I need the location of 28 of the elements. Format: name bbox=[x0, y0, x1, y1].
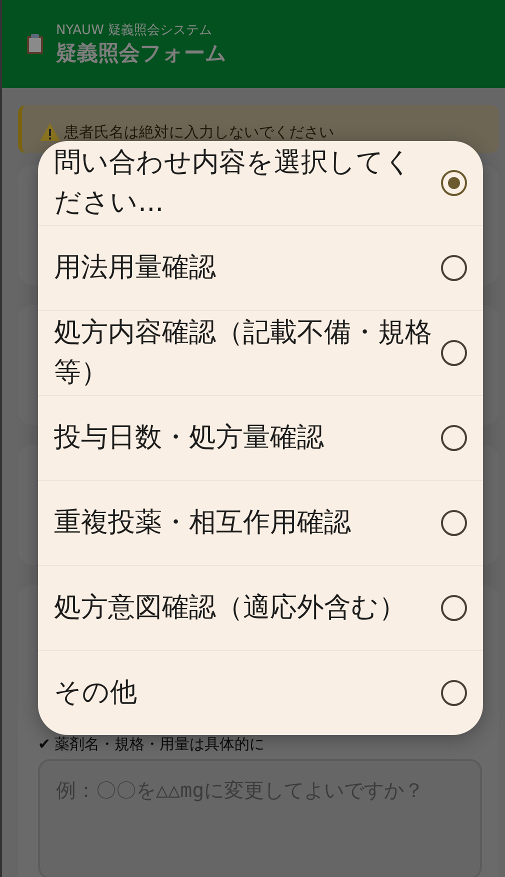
warning-text: 患者氏名は絶対に入力しないでください bbox=[64, 124, 334, 141]
option-label: 用法用量確認 bbox=[54, 251, 217, 285]
hint-text: 薬剤名・規格・用量は具体的に bbox=[54, 735, 265, 753]
option-label: 投与日数・処方量確認 bbox=[54, 421, 325, 455]
warning-icon bbox=[40, 123, 60, 141]
option-item[interactable]: 用法用量確認 bbox=[38, 226, 483, 311]
check-mark: ✔ bbox=[38, 735, 51, 753]
radio-button[interactable] bbox=[441, 170, 467, 196]
form-title: 疑義照会フォーム bbox=[56, 40, 227, 67]
option-item[interactable]: 処方内容確認（記載不備・規格等） bbox=[38, 311, 483, 396]
radio-button[interactable] bbox=[441, 510, 467, 536]
radio-button[interactable] bbox=[441, 680, 467, 706]
clipboard-icon bbox=[26, 34, 44, 54]
radio-button[interactable] bbox=[441, 425, 467, 451]
option-label: その他 bbox=[54, 676, 138, 710]
radio-button[interactable] bbox=[441, 340, 467, 366]
option-label: 処方内容確認（記載不備・規格等） bbox=[54, 316, 433, 390]
option-item[interactable]: 問い合わせ内容を選択してください... bbox=[38, 141, 483, 226]
option-item[interactable]: 処方意図確認（適応外含む） bbox=[38, 566, 483, 651]
option-item[interactable]: 投与日数・処方量確認 bbox=[38, 396, 483, 481]
app-subtitle: NYAUW 疑義照会システム bbox=[56, 22, 214, 39]
option-label: 重複投薬・相互作用確認 bbox=[54, 506, 352, 540]
option-item[interactable]: その他 bbox=[38, 651, 483, 735]
radio-button[interactable] bbox=[441, 595, 467, 621]
radio-button[interactable] bbox=[441, 255, 467, 281]
option-label: 問い合わせ内容を選択してください... bbox=[54, 146, 413, 220]
option-item[interactable]: 重複投薬・相互作用確認 bbox=[38, 481, 483, 566]
option-label: 処方意図確認（適応外含む） bbox=[54, 591, 407, 625]
